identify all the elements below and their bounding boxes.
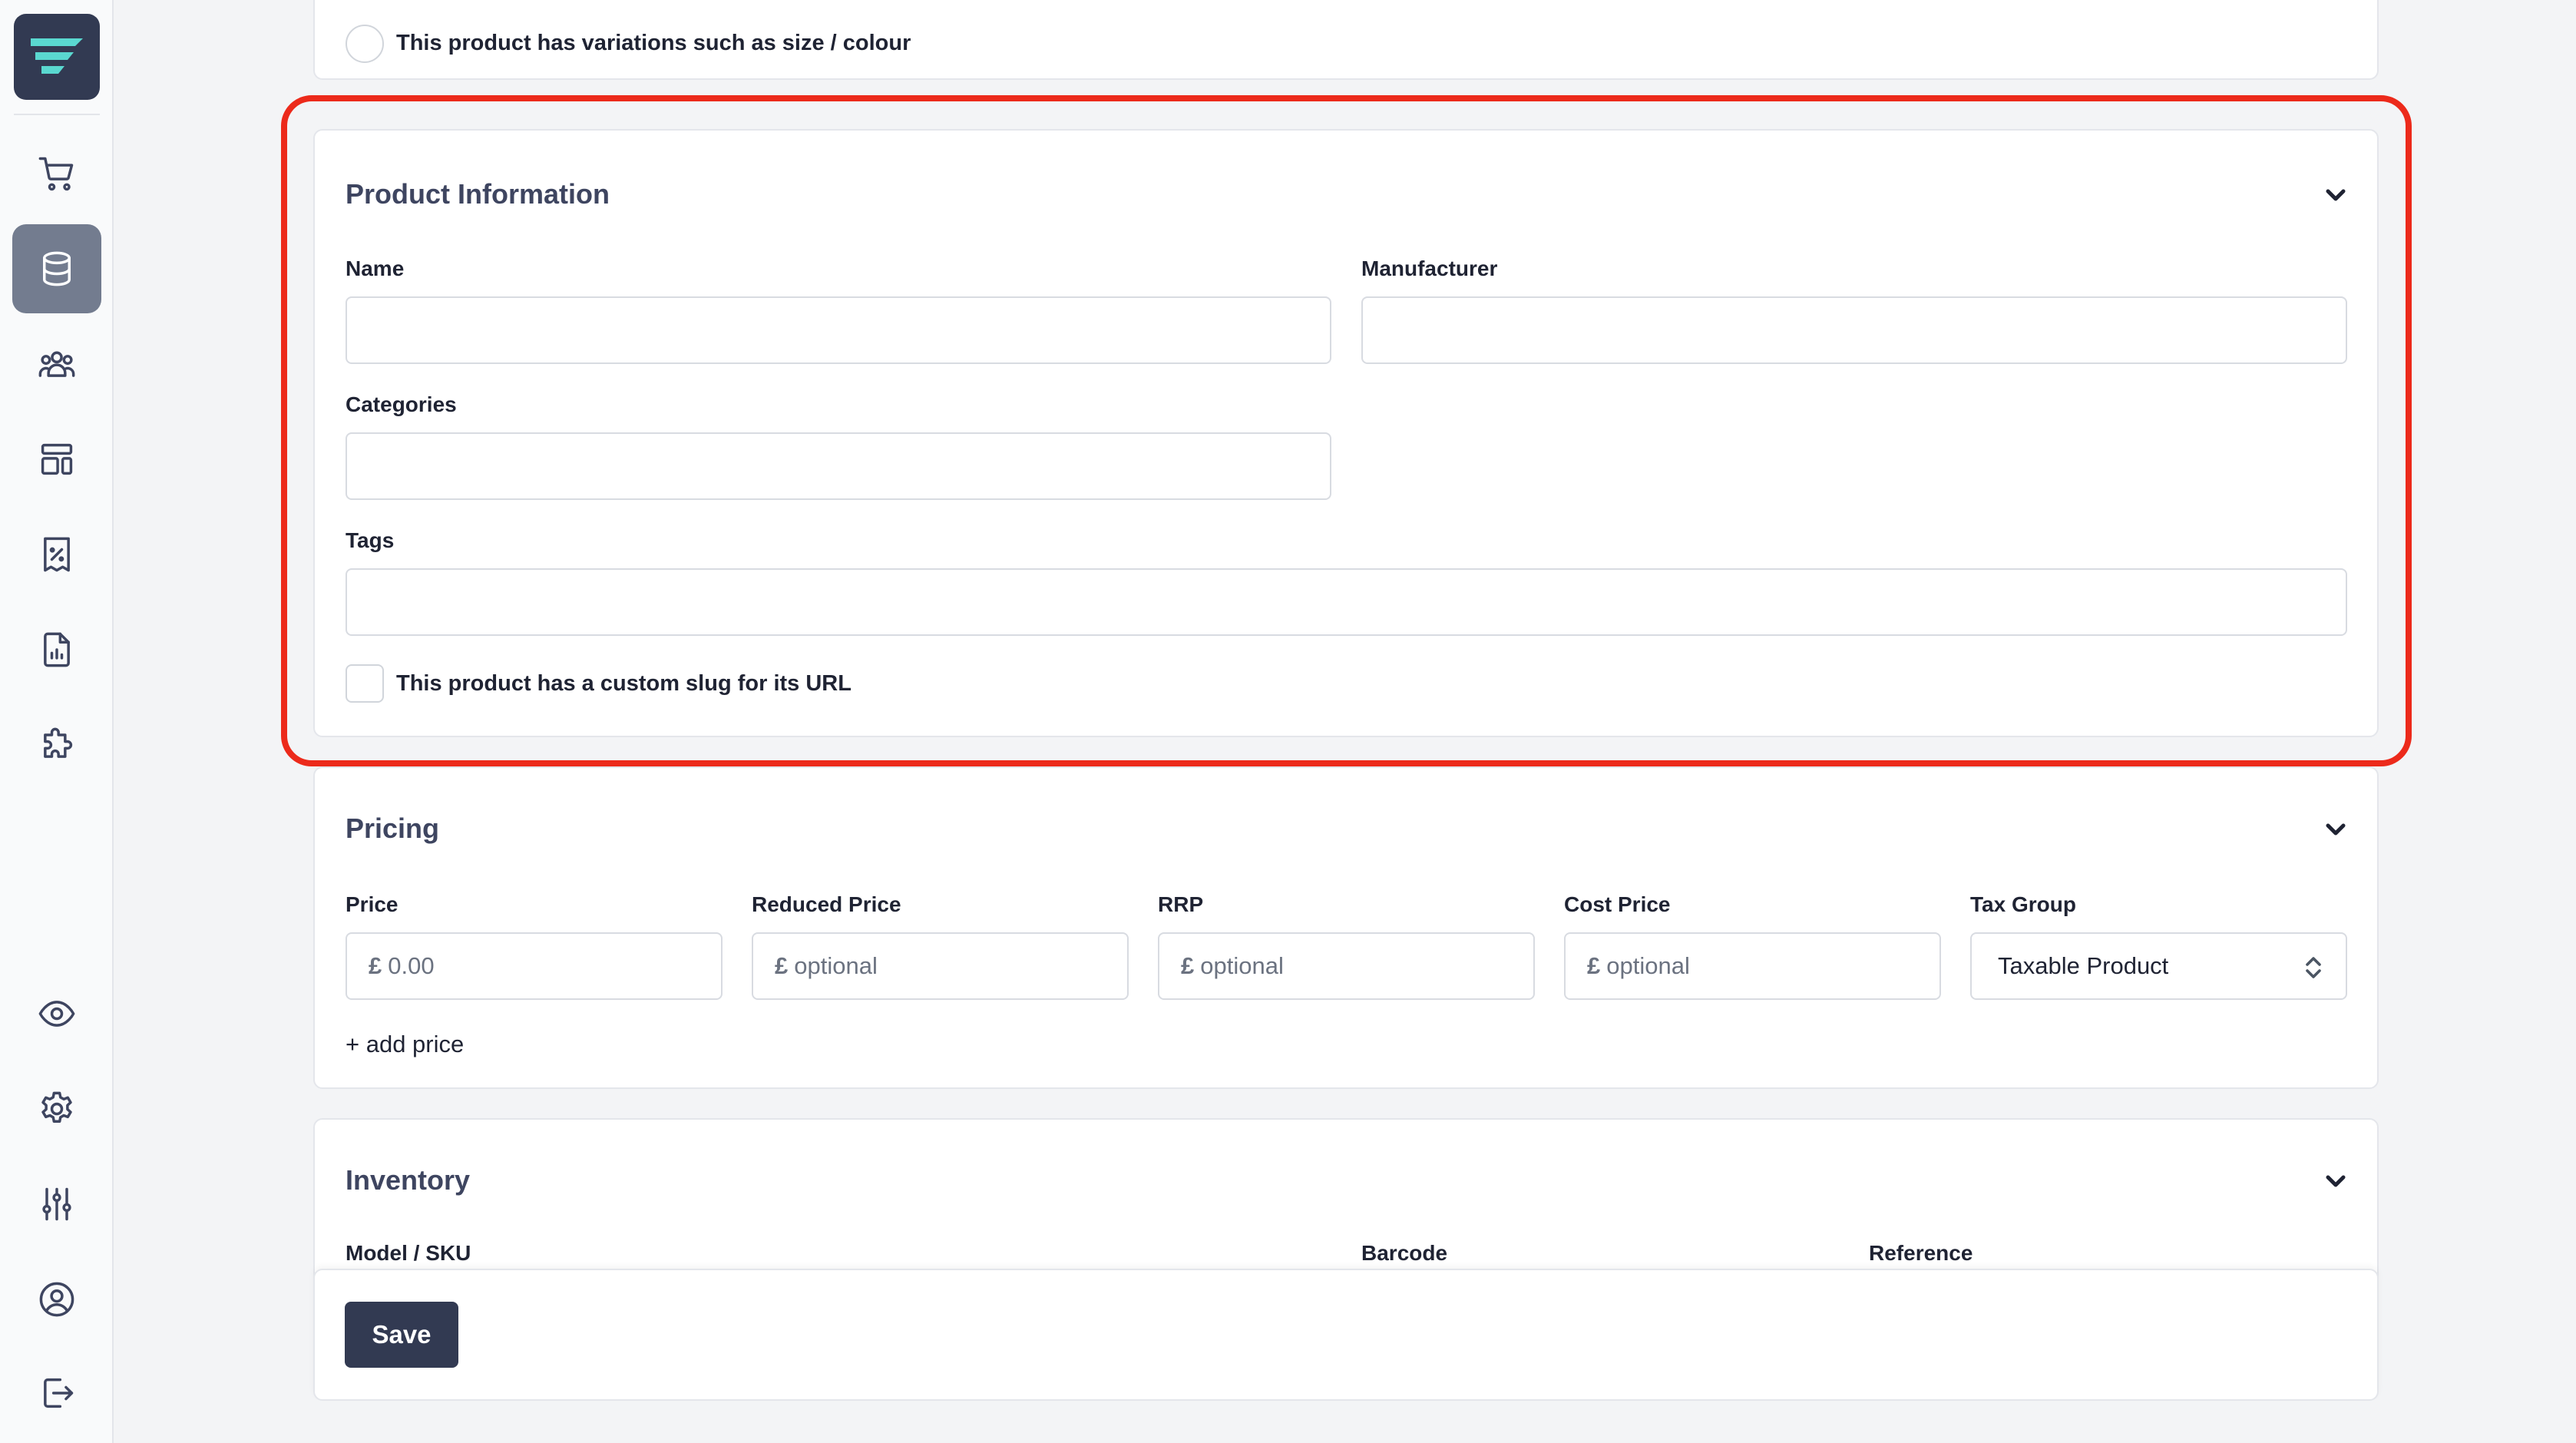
database-icon bbox=[43, 251, 71, 286]
name-label: Name bbox=[346, 256, 405, 280]
custom-slug-checkbox[interactable] bbox=[346, 664, 384, 703]
nav-preview[interactable] bbox=[12, 969, 101, 1058]
variations-label: This product has variations such as size… bbox=[396, 31, 911, 55]
nav-customers[interactable] bbox=[12, 319, 101, 409]
sku-label: Model / SKU bbox=[346, 1241, 471, 1265]
eye-icon bbox=[38, 1001, 75, 1027]
logo-icon bbox=[31, 38, 83, 74]
gear-icon bbox=[41, 1091, 72, 1123]
variations-radio[interactable] bbox=[346, 25, 384, 63]
logout-icon bbox=[44, 1378, 74, 1408]
categories-input[interactable] bbox=[346, 432, 1331, 500]
reference-label: Reference bbox=[1869, 1241, 1973, 1265]
chevron-down-icon[interactable] bbox=[2320, 1166, 2351, 1196]
nav-layouts[interactable] bbox=[12, 415, 101, 504]
pricing-card: Pricing Price £ 0.00 Reduced Price £ opt… bbox=[313, 766, 2379, 1089]
puzzle-icon bbox=[44, 727, 73, 758]
add-price-link[interactable]: + add price bbox=[346, 1031, 464, 1058]
tags-label: Tags bbox=[346, 528, 395, 552]
product-information-card: Product Information Name Manufacturer Ca… bbox=[313, 129, 2379, 737]
nav-products[interactable] bbox=[12, 224, 101, 313]
currency-symbol: £ bbox=[1181, 952, 1195, 979]
receipt-percent-icon bbox=[44, 537, 70, 572]
barcode-label: Barcode bbox=[1361, 1241, 1448, 1265]
nav-reports[interactable] bbox=[12, 605, 101, 694]
currency-symbol: £ bbox=[1587, 952, 1601, 979]
tax-group-value: Taxable Product bbox=[1998, 952, 2169, 979]
app-logo[interactable] bbox=[14, 14, 100, 100]
tax-group-label: Tax Group bbox=[1970, 892, 2076, 916]
reduced-price-label: Reduced Price bbox=[752, 892, 901, 916]
sidebar bbox=[0, 0, 114, 1443]
price-label: Price bbox=[346, 892, 398, 916]
currency-symbol: £ bbox=[369, 952, 382, 979]
cost-price-input[interactable]: £ optional bbox=[1564, 932, 1941, 1000]
cart-icon bbox=[38, 157, 74, 191]
save-bar bbox=[313, 1269, 2379, 1401]
reduced-price-placeholder: optional bbox=[794, 952, 878, 979]
rrp-label: RRP bbox=[1158, 892, 1204, 916]
rrp-placeholder: optional bbox=[1200, 952, 1284, 979]
tax-group-select[interactable]: Taxable Product bbox=[1970, 932, 2347, 1000]
cost-price-placeholder: optional bbox=[1606, 952, 1690, 979]
section-title-product-information: Product Information bbox=[346, 178, 610, 210]
nav-orders[interactable] bbox=[12, 129, 101, 218]
price-placeholder: 0.00 bbox=[388, 952, 435, 979]
nav-extensions[interactable] bbox=[12, 700, 101, 789]
section-title-pricing: Pricing bbox=[346, 813, 440, 844]
nav-settings[interactable] bbox=[12, 1064, 101, 1153]
select-updown-icon bbox=[2306, 957, 2321, 978]
nav-logout[interactable] bbox=[12, 1349, 101, 1438]
manufacturer-input[interactable] bbox=[1361, 296, 2347, 364]
section-title-inventory: Inventory bbox=[346, 1164, 471, 1196]
price-input[interactable]: £ 0.00 bbox=[346, 932, 723, 1000]
nav-adjustments[interactable] bbox=[12, 1160, 101, 1249]
chevron-down-icon[interactable] bbox=[2320, 814, 2351, 845]
report-icon bbox=[44, 632, 70, 667]
save-button[interactable]: Save bbox=[345, 1302, 458, 1368]
users-icon bbox=[38, 351, 75, 377]
reduced-price-input[interactable]: £ optional bbox=[752, 932, 1129, 1000]
chevron-down-icon[interactable] bbox=[2320, 180, 2351, 210]
logo-divider bbox=[14, 114, 100, 115]
manufacturer-label: Manufacturer bbox=[1361, 256, 1498, 280]
nav-account[interactable] bbox=[12, 1255, 101, 1344]
currency-symbol: £ bbox=[775, 952, 789, 979]
cost-price-label: Cost Price bbox=[1564, 892, 1671, 916]
categories-label: Categories bbox=[346, 392, 457, 416]
custom-slug-label: This product has a custom slug for its U… bbox=[396, 671, 852, 696]
name-input[interactable] bbox=[346, 296, 1331, 364]
tags-input[interactable] bbox=[346, 568, 2347, 636]
layout-icon bbox=[41, 443, 73, 475]
user-circle-icon bbox=[39, 1282, 74, 1317]
nav-discounts[interactable] bbox=[12, 510, 101, 599]
sliders-icon bbox=[42, 1187, 71, 1221]
rrp-input[interactable]: £ optional bbox=[1158, 932, 1535, 1000]
variations-card: This product has variations such as size… bbox=[313, 0, 2379, 80]
